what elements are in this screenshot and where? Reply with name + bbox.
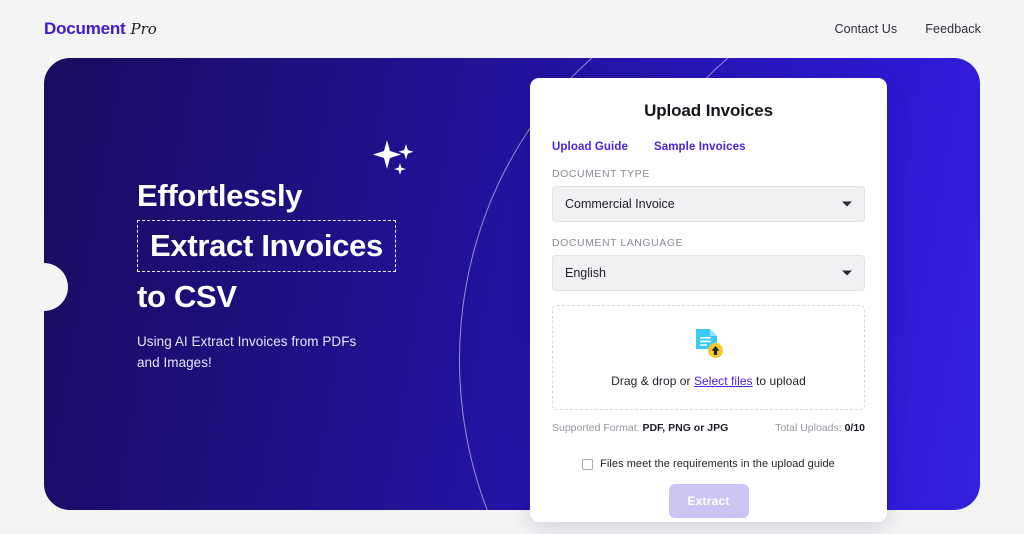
dropzone-text-after: to upload [752, 373, 806, 388]
supported-format-label: Supported Format: [552, 422, 643, 434]
hero-headline-line3: to CSV [137, 279, 237, 314]
link-sample-invoices[interactable]: Sample Invoices [654, 141, 746, 153]
sparkles-icon [373, 138, 421, 180]
hero-headline-boxed: Extract Invoices [137, 220, 396, 272]
page-root: Document Pro Contact Us Feedback Effortl… [0, 0, 1024, 534]
logo-text: Document [44, 19, 126, 38]
chevron-down-icon [842, 270, 852, 276]
nav-feedback[interactable]: Feedback [925, 22, 981, 36]
total-uploads: Total Uploads: 0/10 [775, 422, 865, 434]
document-language-select[interactable]: English [552, 255, 865, 291]
document-type-select[interactable]: Commercial Invoice [552, 186, 865, 222]
upload-card: Upload Invoices Upload Guide Sample Invo… [530, 78, 887, 522]
consent-row[interactable]: Files meet the requirements in the uploa… [552, 458, 865, 470]
upload-meta-row: Supported Format: PDF, PNG or JPG Total … [552, 422, 865, 434]
consent-checkbox[interactable] [582, 458, 594, 470]
total-uploads-value: 0/10 [844, 422, 865, 434]
document-language-label: DOCUMENT LANGUAGE [552, 237, 684, 249]
submit-row: Extract [552, 484, 865, 518]
hero-headline-line1: Effortlessly [137, 178, 303, 213]
file-dropzone[interactable]: Drag & drop or Select files to upload [552, 305, 865, 410]
card-link-row: Upload Guide Sample Invoices [552, 141, 865, 153]
card-title: Upload Invoices [644, 101, 773, 120]
nav-contact-us[interactable]: Contact Us [834, 22, 897, 36]
supported-format-value: PDF, PNG or JPG [642, 422, 729, 434]
chevron-down-icon [842, 201, 852, 207]
document-type-value: Commercial Invoice [565, 197, 675, 211]
link-upload-guide[interactable]: Upload Guide [552, 141, 628, 153]
hero-left-notch [44, 263, 68, 311]
document-language-value: English [565, 266, 606, 280]
consent-label: Files meet the requirements in the uploa… [600, 458, 835, 470]
logo-accent-text: Pro [130, 20, 157, 38]
site-header: Document Pro Contact Us Feedback [0, 0, 1024, 58]
document-type-label: DOCUMENT TYPE [552, 168, 650, 180]
hero-text-block: Effortlessly Extract Invoices to CSV Usi… [137, 180, 537, 374]
extract-button[interactable]: Extract [668, 484, 749, 518]
main-nav: Contact Us Feedback [834, 22, 981, 36]
logo[interactable]: Document Pro [44, 19, 157, 39]
select-files-link[interactable]: Select files [694, 374, 753, 388]
dropzone-text: Drag & drop or Select files to upload [611, 374, 806, 388]
hero-subtitle: Using AI Extract Invoices from PDFs and … [137, 334, 357, 370]
document-upload-icon [694, 328, 724, 365]
dropzone-text-before: Drag & drop or [611, 373, 694, 388]
supported-format: Supported Format: PDF, PNG or JPG [552, 422, 728, 434]
total-uploads-label: Total Uploads: [775, 422, 845, 434]
